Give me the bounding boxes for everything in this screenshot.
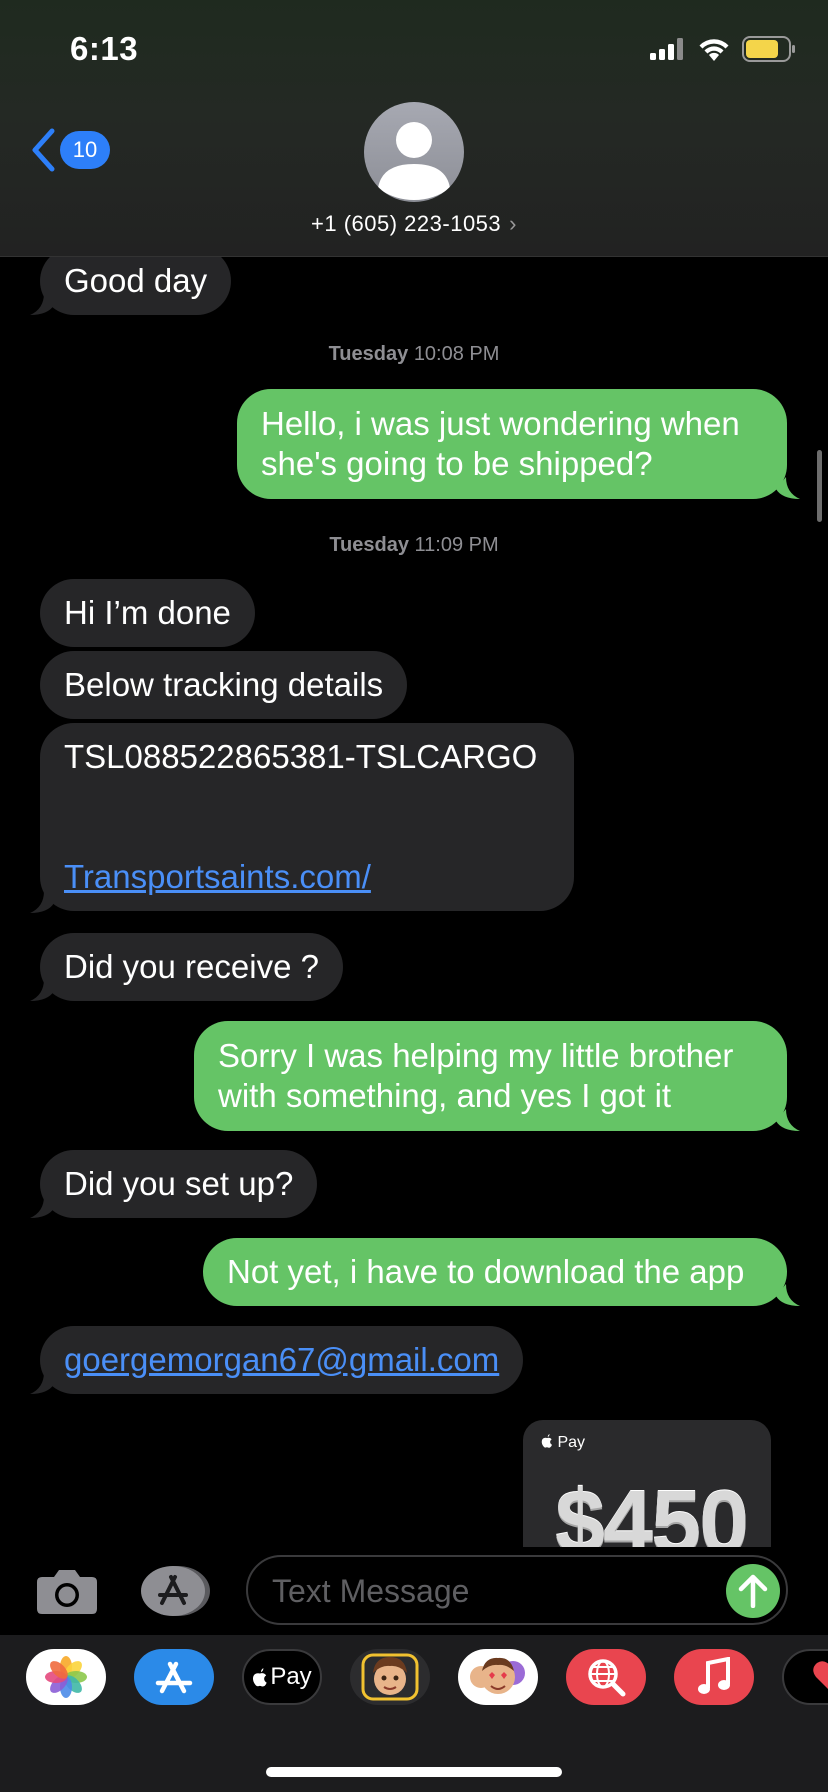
incoming-message[interactable]: goergemorgan67@gmail.com	[40, 1326, 524, 1394]
status-icons	[650, 36, 796, 62]
photos-app-button[interactable]	[26, 1649, 106, 1705]
incoming-message[interactable]: TSL088522865381-TSLCARGO Transportsaints…	[40, 723, 574, 911]
outgoing-message[interactable]: Not yet, i have to download the app	[203, 1238, 787, 1306]
cellular-signal-icon	[650, 38, 683, 60]
message-thread[interactable]: Good day Tuesday 10:08 PM Hello, i was j…	[0, 257, 828, 1547]
bubble-tail	[30, 1196, 54, 1218]
conversation-header: 6:13 10 +1 (605) 223-1053 ›	[0, 0, 828, 257]
memoji-stickers-icon	[470, 1657, 525, 1694]
apple-logo-icon	[541, 1434, 552, 1448]
contact-avatar[interactable]	[364, 102, 464, 202]
incoming-message[interactable]: Hi I’m done	[40, 579, 255, 647]
app-store-icon	[141, 1566, 210, 1616]
outgoing-message[interactable]: Sorry I was helping my little brother wi…	[194, 1021, 787, 1131]
bubble-tail	[30, 1372, 54, 1394]
incoming-message[interactable]: Did you receive ?	[40, 933, 343, 1001]
payment-amount: $450	[555, 1473, 749, 1547]
outgoing-message[interactable]: Hello, i was just wondering when she's g…	[237, 389, 787, 499]
status-time: 6:13	[70, 30, 139, 67]
arrow-up-icon	[738, 1574, 768, 1608]
web-search-app-button[interactable]	[566, 1649, 646, 1705]
camera-icon	[37, 1570, 97, 1614]
wifi-icon	[699, 39, 729, 61]
app-store-icon	[155, 1661, 193, 1694]
app-drawer: Pay	[0, 1635, 828, 1792]
back-button[interactable]: 10	[30, 128, 110, 172]
incoming-message[interactable]: Below tracking details	[40, 651, 408, 719]
apple-pay-text: Pay	[270, 1663, 312, 1690]
person-icon	[378, 122, 450, 200]
send-button[interactable]	[726, 1564, 780, 1618]
scrollbar[interactable]	[817, 450, 822, 522]
apple-pay-card[interactable]: Pay $450	[523, 1420, 771, 1547]
camera-button[interactable]	[36, 1567, 98, 1620]
battery-icon	[742, 36, 795, 62]
photos-icon	[45, 1656, 87, 1698]
globe-search-icon	[588, 1659, 626, 1697]
message-text-line: Hello, i was just wondering when	[261, 405, 740, 442]
bubble-tail	[776, 477, 800, 499]
bubble-tail	[776, 1284, 800, 1306]
home-indicator[interactable]	[266, 1767, 562, 1777]
bubble-tail	[776, 1109, 800, 1131]
message-text: Did you receive ?	[64, 948, 319, 985]
bubble-tail	[30, 979, 54, 1001]
apple-logo-icon	[253, 1667, 267, 1687]
chevron-left-icon	[32, 128, 55, 172]
compose-bar	[0, 1547, 828, 1635]
unread-count-badge: 10	[60, 131, 110, 169]
email-link[interactable]: goergemorgan67@gmail.com	[64, 1341, 499, 1378]
apple-pay-app-button[interactable]: Pay	[242, 1649, 322, 1705]
memoji-icon	[361, 1653, 419, 1701]
message-text-line: she's going to be shipped?	[261, 445, 653, 482]
app-store-app-button[interactable]	[134, 1649, 214, 1705]
music-app-button[interactable]	[674, 1649, 754, 1705]
message-input[interactable]	[272, 1569, 712, 1613]
timestamp: Tuesday 11:09 PM	[329, 534, 499, 556]
apple-pay-label: Pay	[541, 1434, 585, 1452]
message-input-field[interactable]	[246, 1555, 788, 1625]
message-text: Good day	[64, 262, 208, 299]
bubble-tail	[30, 891, 54, 913]
message-text: Hi I’m done	[64, 594, 231, 631]
contact-number: +1 (605) 223-1053	[311, 211, 502, 236]
chevron-right-icon: ›	[509, 211, 517, 236]
timestamp: Tuesday 10:08 PM	[328, 343, 500, 365]
contact-details-link[interactable]: +1 (605) 223-1053 ›	[0, 211, 828, 237]
memoji-stickers-app-button[interactable]	[458, 1649, 538, 1705]
incoming-message[interactable]: Did you set up?	[40, 1150, 318, 1218]
message-text: Did you set up?	[64, 1165, 294, 1202]
digital-touch-app-button[interactable]	[782, 1649, 828, 1705]
tracking-code: TSL088522865381-TSLCARGO	[64, 738, 538, 775]
music-note-icon	[698, 1657, 730, 1694]
heart-icon	[813, 1661, 828, 1689]
message-text-line: with something, and yes I got it	[218, 1077, 672, 1114]
memoji-app-button[interactable]	[350, 1649, 430, 1705]
app-store-button[interactable]	[140, 1565, 212, 1622]
incoming-message[interactable]: Good day	[40, 257, 232, 315]
tracking-link[interactable]: Transportsaints.com/	[64, 857, 550, 897]
bubble-tail	[30, 293, 54, 315]
message-text: Not yet, i have to download the app	[227, 1253, 745, 1290]
message-text: Below tracking details	[64, 666, 384, 703]
message-text-line: Sorry I was helping my little brother	[218, 1037, 734, 1074]
